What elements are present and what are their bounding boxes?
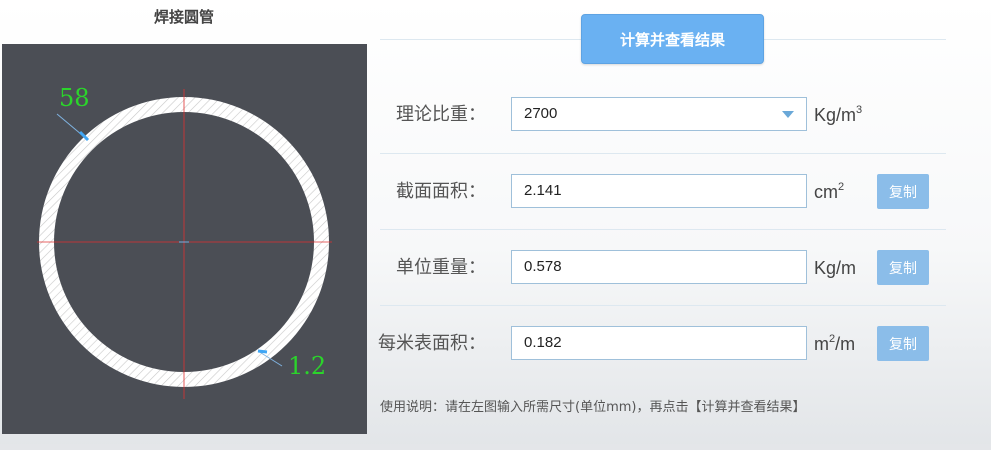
usage-instructions: 使用说明：请在左图输入所需尺寸(单位mm)，再点击【计算并查看结果】	[380, 400, 806, 415]
area-unit: cm2	[814, 181, 845, 203]
density-select[interactable]: 2700	[511, 97, 807, 131]
weight-unit: Kg/m	[814, 258, 857, 278]
pipe-diagram: 58 1.2	[2, 44, 367, 434]
area-field[interactable]: 2.141	[511, 174, 807, 208]
density-label: 理论比重：	[396, 104, 486, 125]
density-row: 理论比重： 2700 Kg/m3	[380, 77, 946, 153]
outer-diameter-input[interactable]: 58	[59, 84, 90, 112]
copy-surface-button[interactable]: 复制	[877, 326, 929, 361]
panel-title: 焊接圆管	[153, 8, 214, 26]
area-row: 截面面积： 2.141 cm2 复制	[380, 153, 946, 230]
thickness-arrow	[257, 349, 268, 354]
copy-area-button[interactable]: 复制	[877, 174, 929, 209]
wall-thickness-input[interactable]: 1.2	[288, 352, 326, 380]
chevron-down-icon[interactable]	[782, 111, 794, 118]
density-unit: Kg/m3	[814, 104, 863, 126]
pipe-cross-section: 58 1.2	[2, 44, 367, 434]
bottom-bar	[0, 444, 991, 450]
density-value: 2700	[524, 105, 558, 122]
weight-label: 单位重量：	[396, 257, 486, 278]
area-label: 截面面积：	[396, 181, 486, 202]
surface-field[interactable]: 0.182	[511, 326, 807, 360]
calculate-button[interactable]: 计算并查看结果	[581, 14, 764, 64]
surface-unit: m2/m	[814, 333, 856, 355]
weight-field[interactable]: 0.578	[511, 250, 807, 284]
surface-row: 每米表面积： 0.182 m2/m 复制	[378, 305, 946, 382]
weight-row: 单位重量： 0.578 Kg/m 复制	[380, 229, 946, 306]
surface-label: 每米表面积：	[378, 333, 486, 354]
copy-weight-button[interactable]: 复制	[877, 250, 929, 285]
